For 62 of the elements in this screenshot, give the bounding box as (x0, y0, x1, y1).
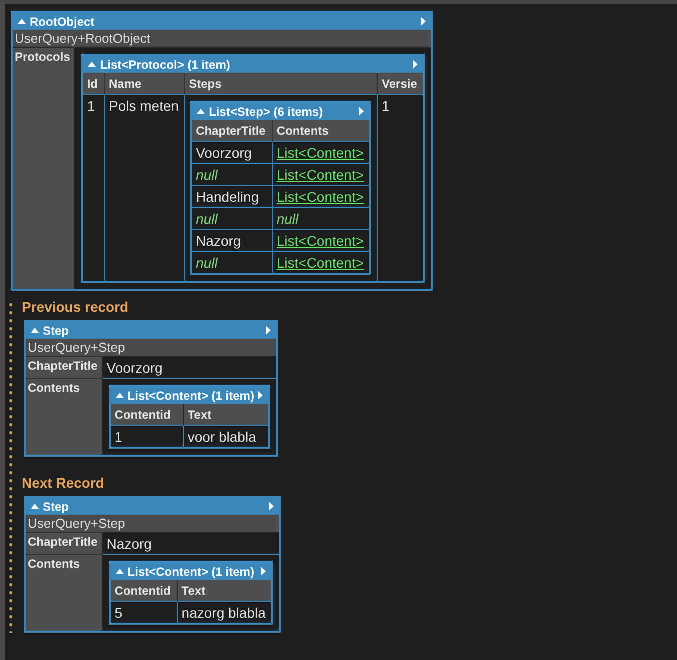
caret-up-icon[interactable] (31, 504, 39, 509)
table-cell: 1 (83, 94, 105, 281)
table-cell: Voorzorg (192, 142, 272, 164)
panel-header[interactable]: Step (26, 498, 279, 515)
caret-up-icon[interactable] (116, 569, 124, 574)
caret-up-icon[interactable] (18, 19, 26, 24)
column-header[interactable]: Name (104, 73, 185, 94)
caret-right-icon[interactable] (421, 17, 426, 26)
table-cell: Nazorg (192, 230, 272, 252)
caret-right-icon[interactable] (359, 107, 364, 116)
column-header[interactable]: Text (177, 580, 271, 602)
field-label: Protocols (13, 48, 75, 289)
caret-up-icon[interactable] (88, 62, 96, 67)
table-cell: 5 (110, 602, 178, 623)
table-cell: null (192, 164, 272, 186)
field-label: Contents (26, 554, 102, 631)
table-cell: Pols meten (104, 94, 185, 281)
field-label: Contents (26, 378, 102, 455)
caret-up-icon[interactable] (116, 393, 124, 398)
content-link[interactable]: List<Content> (276, 233, 364, 249)
field-label: ChapterTitle (26, 357, 102, 378)
column-header[interactable]: Contentid (110, 580, 178, 602)
type-name: UserQuery+Step (26, 515, 279, 533)
table-cell: nazorg blabla (177, 602, 271, 623)
column-header[interactable]: Contents (272, 120, 370, 142)
field-label: ChapterTitle (26, 533, 102, 554)
content-link[interactable]: List<Content> (276, 167, 364, 183)
caret-right-icon[interactable] (258, 391, 264, 400)
caret-right-icon[interactable] (413, 60, 418, 69)
type-name: UserQuery+RootObject (13, 30, 432, 48)
field-value: Voorzorg (102, 357, 276, 378)
type-name: UserQuery+Step (26, 339, 276, 357)
table-cell: voor blabla (183, 426, 268, 447)
field-value: Nazorg (102, 533, 279, 554)
column-header[interactable]: ChapterTitle (192, 120, 272, 142)
column-header[interactable]: Text (183, 404, 268, 426)
caret-right-icon[interactable] (260, 567, 266, 576)
panel-header[interactable]: RootObject (13, 13, 432, 30)
caret-up-icon[interactable] (197, 109, 206, 114)
content-link[interactable]: List<Content> (276, 145, 364, 161)
content-link[interactable]: List<Content> (276, 189, 364, 205)
table-cell: null (192, 208, 272, 230)
caret-right-icon[interactable] (268, 502, 274, 511)
table-cell: Handeling (192, 186, 272, 208)
table-cell: null (272, 208, 370, 230)
panel-header[interactable]: List<Content> (1 item) (110, 387, 268, 404)
section-heading: Next Record (22, 475, 106, 493)
panel-header[interactable]: List<Protocol> (1 item) (83, 56, 424, 73)
panel-header[interactable]: List<Content> (1 item) (110, 563, 271, 580)
column-header[interactable]: Steps (184, 73, 378, 94)
panel-header[interactable]: List<Step> (6 items) (192, 103, 370, 120)
caret-up-icon[interactable] (31, 328, 39, 333)
table-cell: 1 (378, 94, 424, 281)
column-header[interactable]: Versie (378, 73, 424, 94)
panel-header[interactable]: Step (26, 322, 276, 339)
section-heading: Previous record (22, 299, 130, 317)
table-cell: null (192, 252, 272, 273)
content-link[interactable]: List<Content> (276, 255, 364, 271)
column-header[interactable]: Contentid (110, 404, 184, 426)
caret-right-icon[interactable] (266, 326, 272, 335)
table-cell: 1 (110, 426, 184, 447)
column-header[interactable]: Id (83, 73, 105, 94)
